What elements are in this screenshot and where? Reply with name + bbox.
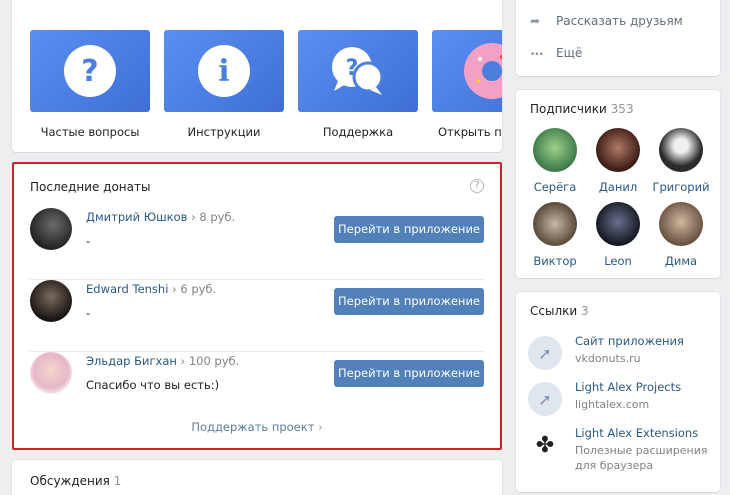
more-label: Ещё [556, 46, 583, 60]
subscriber-item[interactable]: Данил [587, 128, 649, 194]
share-arrow-icon: ➦ [530, 14, 541, 28]
avatar [533, 202, 577, 246]
avatar [659, 128, 703, 172]
open-app-button[interactable]: Перейти в приложение [334, 360, 484, 387]
chevron-right-icon: › [318, 420, 323, 434]
link-item[interactable]: ➚ Light Alex Projects lightalex.com [528, 380, 718, 424]
discussions-card: Обсуждения 1 [12, 460, 502, 495]
open-app-button[interactable]: Перейти в приложение [334, 216, 484, 243]
link-name: Сайт приложения [575, 334, 684, 348]
donation-row: Эльдар Бигхан › 100 руб. Спасибо что вы … [30, 352, 484, 424]
app-label: Инструкции [187, 125, 261, 139]
app-thumb: ? [298, 30, 418, 112]
app-support[interactable]: ? Поддержка [298, 30, 418, 139]
donor-line: Edward Tenshi › 6 руб. [86, 282, 216, 296]
app-instructions[interactable]: i Инструкции [164, 30, 284, 139]
donation-amount: 100 руб. [188, 354, 240, 368]
subscriber-name: Данил [598, 180, 638, 194]
avatar [596, 128, 640, 172]
links-label: Ссылки [530, 304, 578, 318]
donor-name[interactable]: Дмитрий Юшков [86, 210, 187, 224]
link-description-line: Полезные расширения [575, 444, 708, 457]
app-label: Частые вопросы [40, 125, 140, 139]
link-url: lightalex.com [575, 398, 650, 411]
donation-amount: 6 руб. [180, 282, 217, 296]
links-card: Ссылки 3 ➚ Сайт приложения vkdonuts.ru ➚… [516, 292, 720, 492]
tell-friends-button[interactable]: ➦ Рассказать друзьям [530, 14, 683, 28]
avatar [533, 128, 577, 172]
app-thumb [432, 30, 502, 112]
donor-line: Дмитрий Юшков › 8 руб. [86, 210, 235, 224]
app-thumb: i [164, 30, 284, 112]
more-dots-icon: ••• [530, 50, 544, 60]
subscribers-card: Подписчики 353 Серёга Данил Григорий Вик… [516, 90, 720, 278]
app-open[interactable]: Открыть при [432, 30, 502, 139]
avatar [596, 202, 640, 246]
donation-amount: 8 руб. [199, 210, 236, 224]
discussions-title[interactable]: Обсуждения 1 [30, 474, 121, 488]
chat-bubbles-icon: ? [332, 47, 384, 95]
open-app-button[interactable]: Перейти в приложение [334, 288, 484, 315]
app-faq[interactable]: ? Частые вопросы [30, 30, 150, 139]
link-arrow-icon: ➚ [528, 336, 562, 370]
link-item[interactable]: ➚ Сайт приложения vkdonuts.ru [528, 334, 718, 378]
subscriber-name: Дима [664, 254, 698, 268]
donation-message: - [86, 306, 91, 320]
support-project-link[interactable]: Поддержать проект › [14, 420, 500, 434]
donor-name[interactable]: Эльдар Бигхан [86, 354, 177, 368]
subscriber-item[interactable]: Дима [650, 202, 712, 268]
avatar[interactable] [30, 208, 72, 250]
puzzle-icon: ✤ [528, 428, 562, 462]
chevron-right-icon: › [172, 282, 177, 296]
app-thumb: ? [30, 30, 150, 112]
subscribers-label: Подписчики [530, 102, 607, 116]
links-count: 3 [581, 304, 589, 318]
apps-card: ? Частые вопросы i Инструкции ? Поддержк… [12, 0, 502, 152]
donations-title: Последние донаты [30, 180, 151, 194]
avatar [659, 202, 703, 246]
subscribers-count: 353 [610, 102, 634, 116]
link-description-line: для браузера [575, 459, 654, 472]
chevron-right-icon: › [180, 354, 186, 368]
links-title: Ссылки 3 [530, 304, 589, 318]
link-description: Полезные расширения для браузера [575, 443, 707, 473]
link-item[interactable]: ✤ Light Alex Extensions Полезные расшире… [528, 426, 718, 476]
donation-message: - [86, 234, 91, 248]
donor-name[interactable]: Edward Tenshi [86, 282, 168, 296]
svg-text:?: ? [346, 56, 359, 81]
subscriber-name: Серёга [533, 180, 577, 194]
app-label: Открыть при [438, 125, 502, 139]
subscriber-name: Виктор [533, 254, 577, 268]
support-link-label: Поддержать проект [191, 420, 315, 434]
donor-line: Эльдар Бигхан › 100 руб. [86, 354, 239, 368]
subscriber-item[interactable]: Серёга [524, 128, 586, 194]
help-icon[interactable]: ? [470, 179, 484, 193]
donation-row: Edward Tenshi › 6 руб. - Перейти в прило… [30, 280, 484, 352]
question-icon: ? [64, 45, 116, 97]
subscriber-name: Leon [604, 254, 632, 268]
link-name: Light Alex Projects [575, 380, 682, 394]
donation-row: Дмитрий Юшков › 8 руб. - Перейти в прило… [30, 208, 484, 280]
donut-icon [464, 43, 502, 99]
discussions-label: Обсуждения [30, 474, 110, 488]
avatar[interactable] [30, 352, 72, 394]
subscriber-item[interactable]: Григорий [650, 128, 712, 194]
subscriber-item[interactable]: Leon [587, 202, 649, 268]
donations-card: Последние донаты ? Дмитрий Юшков › 8 руб… [12, 162, 502, 450]
more-button[interactable]: ••• Ещё [530, 46, 582, 60]
info-icon: i [198, 45, 250, 97]
avatar[interactable] [30, 280, 72, 322]
link-name: Light Alex Extensions [575, 426, 699, 440]
share-card: ➦ Рассказать друзьям ••• Ещё [516, 0, 720, 76]
subscriber-item[interactable]: Виктор [524, 202, 586, 268]
donation-message: Спасибо что вы есть:) [86, 378, 220, 392]
link-url: vkdonuts.ru [575, 352, 641, 365]
chevron-right-icon: › [191, 210, 196, 224]
subscriber-name: Григорий [652, 180, 710, 194]
discussions-count: 1 [113, 474, 122, 488]
link-arrow-icon: ➚ [528, 382, 562, 416]
subscribers-title[interactable]: Подписчики 353 [530, 102, 634, 116]
app-label: Поддержка [322, 125, 394, 139]
tell-friends-label: Рассказать друзьям [556, 14, 683, 28]
